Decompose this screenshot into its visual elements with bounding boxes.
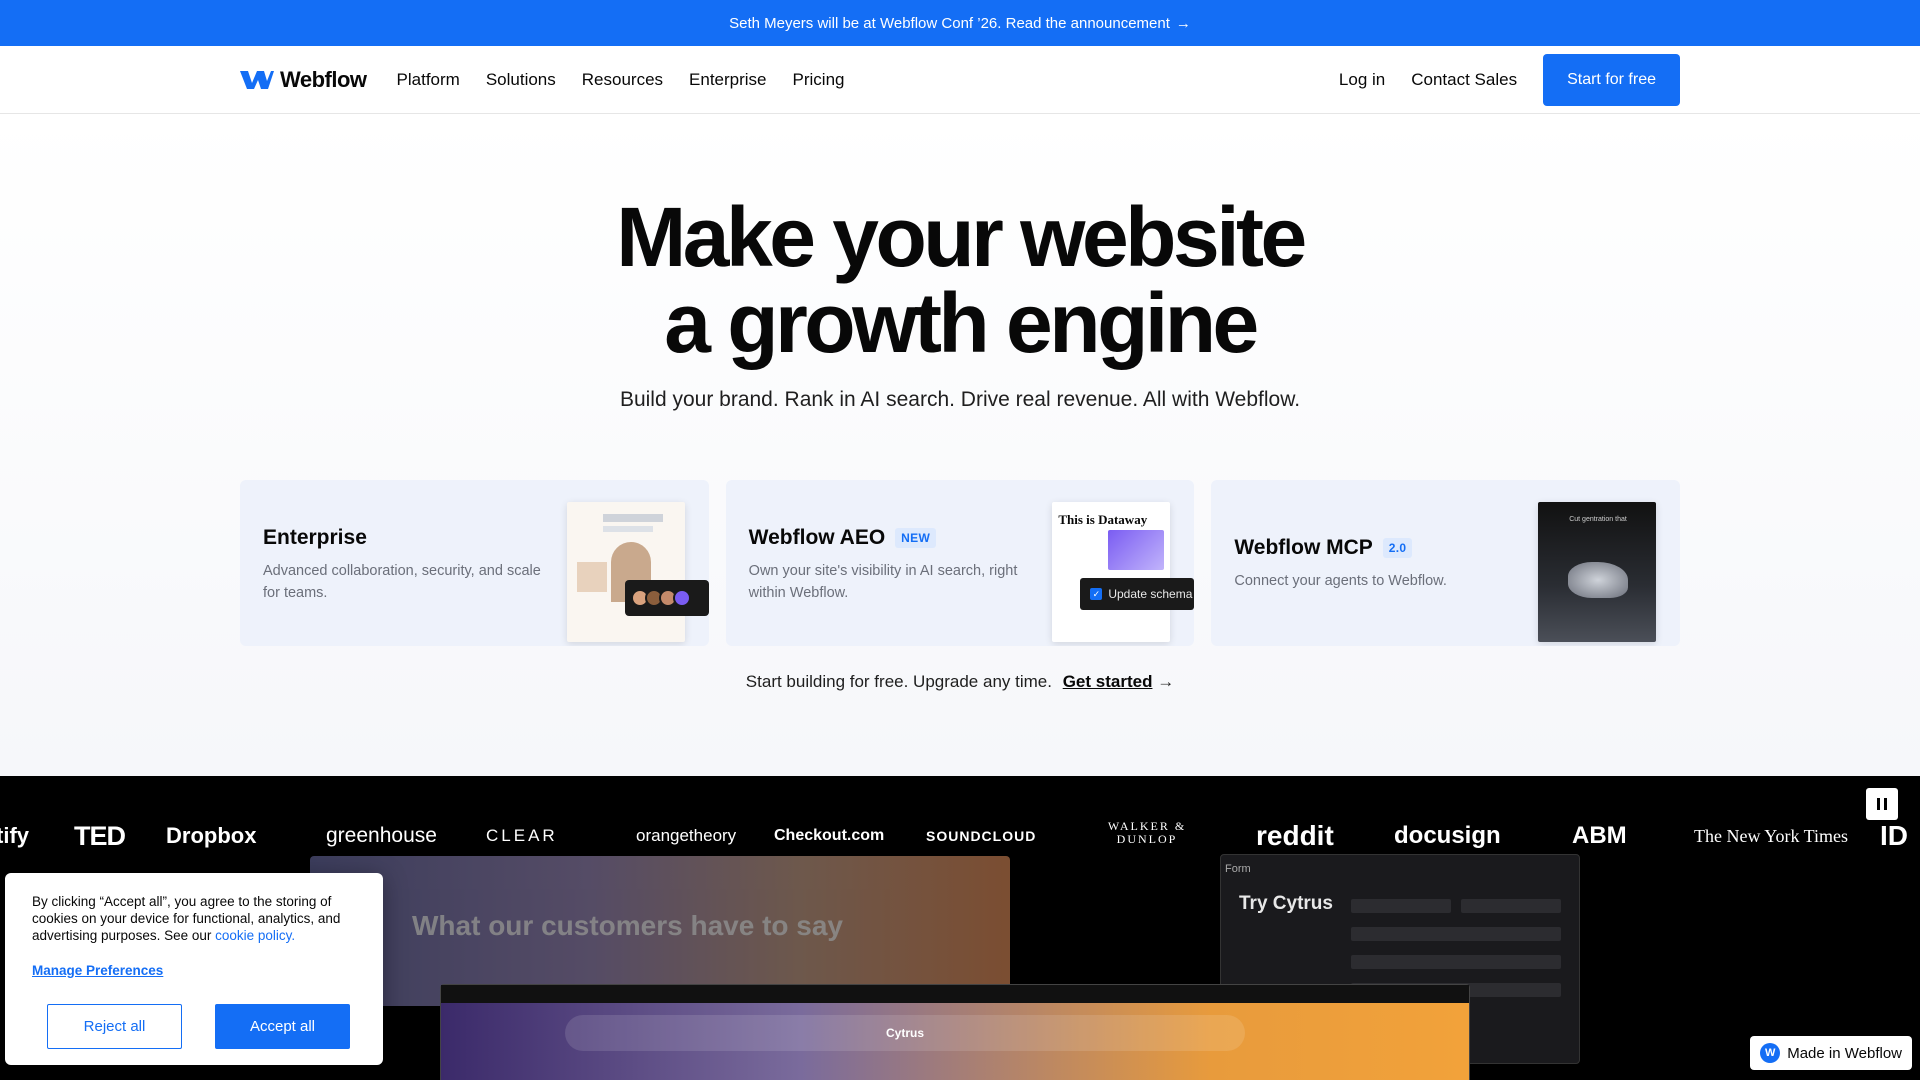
logo-nyt: The New York Times bbox=[1694, 825, 1849, 846]
card-webflow-aeo[interactable]: Webflow AEO NEW Own your site's visibili… bbox=[725, 480, 1195, 646]
arrow-right-icon: → bbox=[1157, 672, 1175, 691]
designer-screen: Cytrus bbox=[440, 984, 1470, 1080]
logo-orangetheory: orangetheory bbox=[636, 826, 737, 845]
hero-title-line2: a growth engine bbox=[664, 276, 1259, 370]
start-text: Start building for free. Upgrade any tim… bbox=[745, 672, 1052, 691]
logo-clear: CLEAR bbox=[486, 826, 558, 845]
logo-abm: ABM bbox=[1572, 822, 1627, 849]
logo-spotify: tify bbox=[0, 823, 29, 848]
logo-marquee: tify TED Dropbox greenhouse CLEAR orange… bbox=[0, 816, 1920, 856]
get-started-link[interactable]: Get started bbox=[1063, 672, 1153, 691]
card-title: Enterprise bbox=[263, 526, 367, 550]
made-in-webflow-badge[interactable]: W Made in Webflow bbox=[1750, 1036, 1912, 1070]
card-description: Advanced collaboration, security, and sc… bbox=[263, 563, 541, 601]
card-webflow-mcp[interactable]: Webflow MCP 2.0 Connect your agents to W… bbox=[1211, 480, 1681, 646]
logo-ideo: ID bbox=[1880, 820, 1908, 851]
product-cards: Enterprise Advanced collaboration, secur… bbox=[240, 480, 1681, 646]
nav-pricing[interactable]: Pricing bbox=[793, 70, 845, 90]
logo-dropbox: Dropbox bbox=[166, 823, 257, 848]
avatars-group bbox=[624, 580, 709, 616]
hero-title: Make your website a growth engine bbox=[0, 194, 1920, 366]
manage-preferences-link[interactable]: Manage Preferences bbox=[32, 963, 163, 978]
arrow-right-icon: → bbox=[1175, 14, 1191, 32]
logo-checkout: Checkout.com bbox=[774, 827, 885, 844]
card-title-text: Enterprise bbox=[263, 526, 367, 549]
testimonials-heading: What our customers have to say bbox=[412, 910, 844, 941]
form-title: Try Cytrus bbox=[1239, 893, 1333, 914]
enterprise-thumbnail bbox=[566, 502, 685, 642]
primary-nav: Platform Solutions Resources Enterprise … bbox=[397, 70, 845, 90]
pause-button[interactable] bbox=[1866, 788, 1898, 820]
logo-walker-dunlop: WALKER & DUNLOP bbox=[1107, 819, 1187, 846]
update-schema-chip: ✓ Update schema bbox=[1080, 578, 1195, 610]
nav-actions: Log in Contact Sales Start for free bbox=[1339, 53, 1680, 106]
hero-title-line1: Make your website bbox=[616, 190, 1307, 284]
cookie-policy-link[interactable]: cookie policy. bbox=[215, 928, 295, 943]
webflow-logo[interactable]: Webflow bbox=[240, 67, 367, 93]
nav-resources[interactable]: Resources bbox=[582, 70, 663, 90]
card-title-text: Webflow MCP bbox=[1234, 536, 1373, 559]
card-description: Own your site's visibility in AI search,… bbox=[748, 563, 1018, 601]
announcement-text: Seth Meyers will be at Webflow Conf ’26.… bbox=[729, 14, 1170, 32]
login-link[interactable]: Log in bbox=[1339, 70, 1385, 90]
cookie-banner: By clicking “Accept all”, you agree to t… bbox=[5, 873, 383, 1065]
card-title: Webflow AEO NEW bbox=[748, 526, 937, 550]
logo-reddit: reddit bbox=[1256, 820, 1334, 851]
made-in-webflow-text: Made in Webflow bbox=[1787, 1044, 1902, 1062]
site-name: Cytrus bbox=[565, 1015, 1245, 1051]
nav-platform[interactable]: Platform bbox=[397, 70, 460, 90]
card-description: Connect your agents to Webflow. bbox=[1234, 573, 1447, 589]
thumbnail-title: This is Dataway bbox=[1058, 512, 1148, 527]
contact-sales-link[interactable]: Contact Sales bbox=[1411, 70, 1517, 90]
new-badge: NEW bbox=[895, 528, 937, 548]
logo-soundcloud: SOUNDCLOUD bbox=[926, 828, 1037, 844]
checkbox-icon: ✓ bbox=[1090, 588, 1103, 600]
nav-solutions[interactable]: Solutions bbox=[486, 70, 556, 90]
logo-greenhouse: greenhouse bbox=[326, 824, 437, 847]
start-for-free-button[interactable]: Start for free bbox=[1543, 53, 1680, 106]
form-label: Form bbox=[1225, 863, 1251, 875]
announcement-bar[interactable]: Seth Meyers will be at Webflow Conf ’26.… bbox=[0, 0, 1920, 46]
accept-all-button[interactable]: Accept all bbox=[215, 1004, 350, 1049]
card-title: Webflow MCP 2.0 bbox=[1234, 536, 1413, 560]
cookie-text: By clicking “Accept all”, you agree to t… bbox=[32, 893, 372, 944]
card-title-text: Webflow AEO bbox=[748, 526, 886, 549]
reject-all-button[interactable]: Reject all bbox=[47, 1004, 182, 1049]
webflow-logo-icon bbox=[240, 70, 274, 89]
chip-label: Update schema bbox=[1108, 587, 1193, 601]
thumbnail-title: Cut gentration that bbox=[1569, 516, 1627, 523]
mcp-thumbnail: Cut gentration that bbox=[1538, 502, 1657, 642]
logo-text: Webflow bbox=[280, 66, 367, 92]
webflow-badge-icon: W bbox=[1760, 1043, 1781, 1063]
logo-docusign: docusign bbox=[1394, 822, 1501, 849]
logo-ted: TED bbox=[74, 820, 126, 851]
card-enterprise[interactable]: Enterprise Advanced collaboration, secur… bbox=[240, 480, 709, 646]
top-navigation: Webflow Platform Solutions Resources Ent… bbox=[0, 46, 1920, 114]
nav-enterprise[interactable]: Enterprise bbox=[689, 70, 766, 90]
start-building-line: Start building for free. Upgrade any tim… bbox=[0, 672, 1920, 692]
aeo-thumbnail: This is Dataway bbox=[1052, 502, 1171, 642]
hero-subtitle: Build your brand. Rank in AI search. Dri… bbox=[619, 388, 1301, 411]
version-badge: 2.0 bbox=[1382, 538, 1413, 558]
